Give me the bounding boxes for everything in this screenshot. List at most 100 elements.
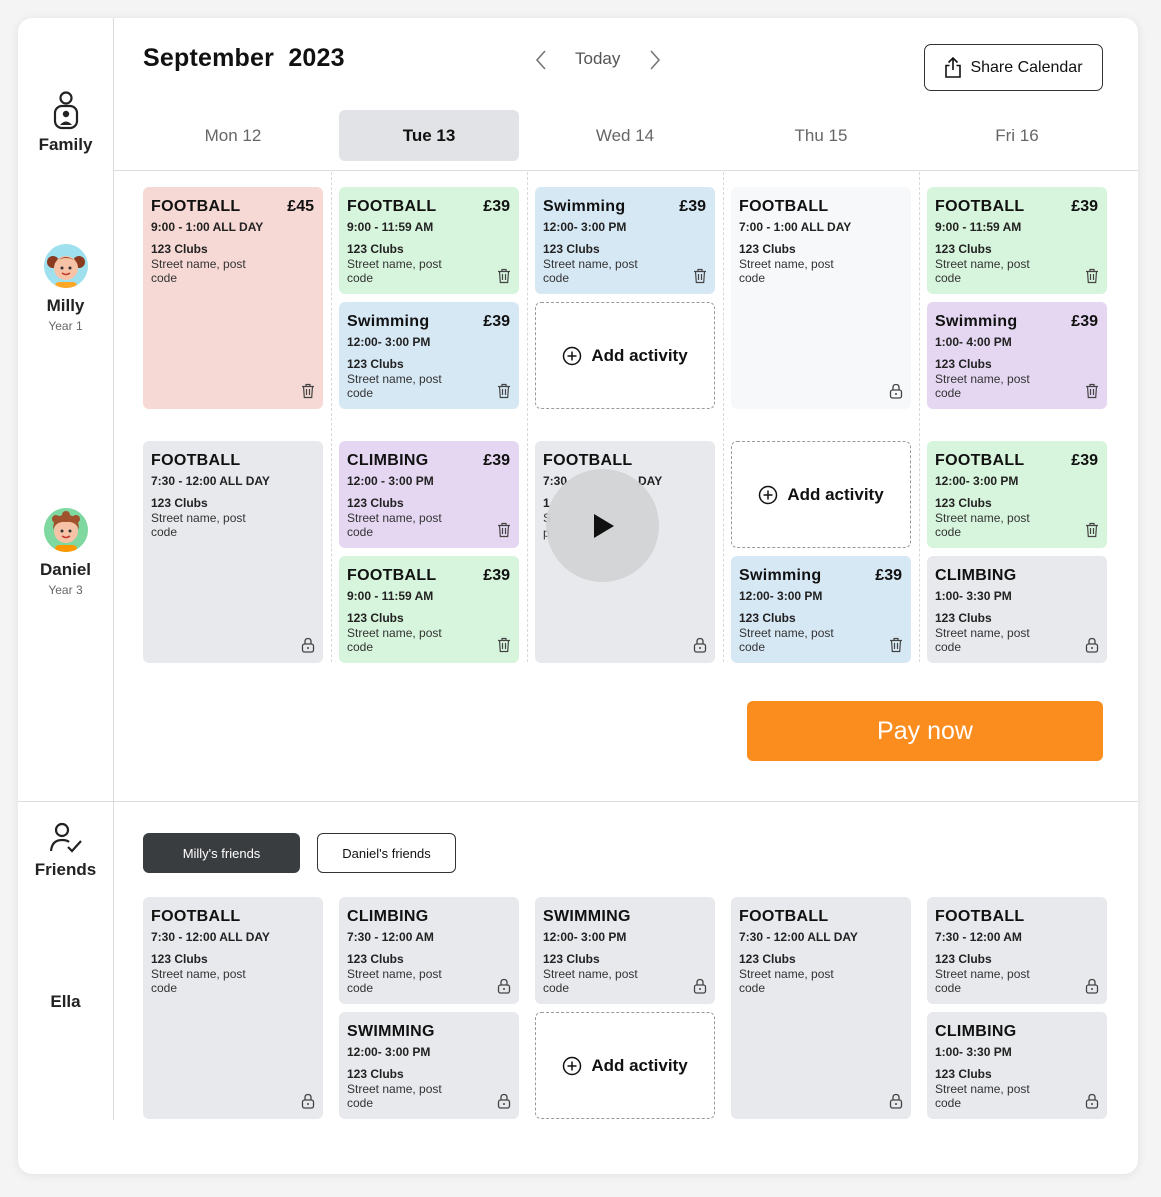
activity-card[interactable]: CLIMBING 1:00- 3:30 PM 123 Clubs Street …: [927, 556, 1107, 663]
day-header-wed[interactable]: Wed 14: [535, 110, 715, 161]
club-address: Street name, post code: [935, 1082, 1030, 1110]
share-calendar-button[interactable]: Share Calendar: [924, 44, 1103, 91]
activity-card[interactable]: Swimming £39 12:00- 3:00 PM 123 Clubs St…: [339, 302, 519, 409]
activity-card[interactable]: FOOTBALL 7:30 - 12:00 AM 123 Clubs Stree…: [927, 897, 1107, 1004]
chevron-right-icon: [650, 50, 661, 70]
activity-price: £39: [679, 198, 706, 215]
day-header-tue[interactable]: Tue 13: [339, 110, 519, 161]
pay-now-button[interactable]: Pay now: [747, 701, 1103, 761]
add-activity-button[interactable]: Add activity: [535, 302, 715, 409]
activity-card[interactable]: CLIMBING 7:30 - 12:00 AM 123 Clubs Stree…: [339, 897, 519, 1004]
club-name: 123 Clubs: [347, 611, 404, 625]
activity-time: 7:30 - 12:00 ALL DAY: [151, 474, 270, 488]
prev-week-button[interactable]: [531, 48, 551, 72]
column-separator: [919, 172, 920, 662]
child-milly[interactable]: Milly Year 1: [18, 244, 113, 333]
today-button[interactable]: Today: [575, 49, 620, 69]
club-name: 123 Clubs: [151, 242, 208, 256]
trash-icon[interactable]: [1085, 383, 1099, 399]
lock-icon: [889, 383, 903, 399]
trash-icon[interactable]: [497, 383, 511, 399]
club-name: 123 Clubs: [347, 952, 404, 966]
club-name: 123 Clubs: [935, 1067, 992, 1081]
club-name: 123 Clubs: [935, 242, 992, 256]
column-separator: [723, 172, 724, 662]
trash-icon[interactable]: [301, 383, 315, 399]
add-activity-button[interactable]: Add activity: [731, 441, 911, 548]
club-address: Street name, post code: [739, 626, 834, 654]
share-calendar-label: Share Calendar: [970, 58, 1083, 76]
lock-icon: [301, 1093, 315, 1109]
club-name: 123 Clubs: [347, 496, 404, 510]
activity-card[interactable]: Swimming £39 12:00- 3:00 PM 123 Clubs St…: [535, 187, 715, 294]
activity-card[interactable]: FOOTBALL 7:30 - 12:00 ALL DAY 123 Clubs …: [731, 897, 911, 1119]
tab-daniels-friends[interactable]: Daniel's friends: [317, 833, 456, 873]
activity-title: FOOTBALL: [739, 198, 829, 215]
lock-icon: [1085, 1093, 1099, 1109]
activity-card[interactable]: FOOTBALL £39 12:00- 3:00 PM 123 Clubs St…: [927, 441, 1107, 548]
activity-title: CLIMBING: [935, 1023, 1017, 1040]
activity-card[interactable]: FOOTBALL £39 9:00 - 11:59 AM 123 Clubs S…: [927, 187, 1107, 294]
activity-title: FOOTBALL: [935, 908, 1025, 925]
trash-icon[interactable]: [889, 637, 903, 653]
club-address: Street name, post code: [739, 257, 834, 285]
trash-icon[interactable]: [497, 637, 511, 653]
child-daniel[interactable]: Daniel Year 3: [18, 508, 113, 597]
girl-avatar-icon: [46, 256, 85, 288]
trash-icon[interactable]: [497, 268, 511, 284]
activity-title: CLIMBING: [347, 908, 429, 925]
lock-icon: [1085, 978, 1099, 994]
friends-icon: [49, 822, 82, 853]
activity-price: £39: [875, 567, 902, 584]
activity-time: 7:30 - 12:00 AM: [935, 930, 1022, 944]
activity-card[interactable]: CLIMBING £39 12:00 - 3:00 PM 123 Clubs S…: [339, 441, 519, 548]
club-name: 123 Clubs: [739, 611, 796, 625]
tab-millys-friends[interactable]: Milly's friends: [143, 833, 300, 873]
play-icon: [593, 513, 614, 538]
friends-section[interactable]: Friends: [18, 822, 113, 880]
activity-card[interactable]: FOOTBALL £39 9:00 - 11:59 AM 123 Clubs S…: [339, 556, 519, 663]
trash-icon[interactable]: [1085, 522, 1099, 538]
activity-card[interactable]: SWIMMING 12:00- 3:00 PM 123 Clubs Street…: [339, 1012, 519, 1119]
club-name: 123 Clubs: [543, 242, 600, 256]
activity-time: 7:30 - 12:00 ALL DAY: [739, 930, 858, 944]
trash-icon[interactable]: [497, 522, 511, 538]
activity-title: FOOTBALL: [739, 908, 829, 925]
activity-time: 1:00- 3:30 PM: [935, 589, 1012, 603]
next-week-button[interactable]: [645, 48, 665, 72]
activity-card[interactable]: Swimming £39 12:00- 3:00 PM 123 Clubs St…: [731, 556, 911, 663]
activity-time: 12:00- 3:00 PM: [347, 335, 431, 349]
day-header-mon[interactable]: Mon 12: [143, 110, 323, 161]
activity-time: 9:00 - 1:00 ALL DAY: [151, 220, 264, 234]
family-section[interactable]: Family: [18, 90, 113, 155]
activity-title: SWIMMING: [347, 1023, 435, 1040]
club-name: 123 Clubs: [935, 952, 992, 966]
play-video-button[interactable]: [546, 469, 659, 582]
activity-card[interactable]: FOOTBALL 7:00 - 1:00 ALL DAY 123 Clubs S…: [731, 187, 911, 409]
activity-price: £39: [483, 452, 510, 469]
friend-ella[interactable]: Ella: [18, 992, 113, 1012]
day-header-fri[interactable]: Fri 16: [927, 110, 1107, 161]
activity-card[interactable]: FOOTBALL 7:30 - 12:00 ALL DAY 123 Clubs …: [143, 897, 323, 1119]
day-header-thu[interactable]: Thu 15: [731, 110, 911, 161]
activity-card[interactable]: Swimming £39 1:00- 4:00 PM 123 Clubs Str…: [927, 302, 1107, 409]
activity-card[interactable]: CLIMBING 1:00- 3:30 PM 123 Clubs Street …: [927, 1012, 1107, 1119]
trash-icon[interactable]: [693, 268, 707, 284]
avatar: [43, 244, 88, 288]
trash-icon[interactable]: [1085, 268, 1099, 284]
child-name: Milly: [46, 296, 85, 315]
club-address: Street name, post code: [935, 372, 1030, 400]
plus-circle-icon: [759, 485, 778, 504]
activity-card[interactable]: FOOTBALL £45 9:00 - 1:00 ALL DAY 123 Clu…: [143, 187, 323, 409]
child-year: Year 1: [48, 319, 83, 333]
activity-card[interactable]: SWIMMING 12:00- 3:00 PM 123 Clubs Street…: [535, 897, 715, 1004]
club-name: 123 Clubs: [151, 496, 208, 510]
activity-time: 12:00 - 3:00 PM: [347, 474, 434, 488]
activity-time: 1:00- 4:00 PM: [935, 335, 1012, 349]
activity-card[interactable]: FOOTBALL 7:30 - 12:00 ALL DAY 123 Clubs …: [143, 441, 323, 663]
activity-card[interactable]: FOOTBALL £39 9:00 - 11:59 AM 123 Clubs S…: [339, 187, 519, 294]
activity-price: £39: [483, 313, 510, 330]
friend-name: Ella: [50, 992, 81, 1011]
activity-title: SWIMMING: [543, 908, 631, 925]
add-activity-button[interactable]: Add activity: [535, 1012, 715, 1119]
